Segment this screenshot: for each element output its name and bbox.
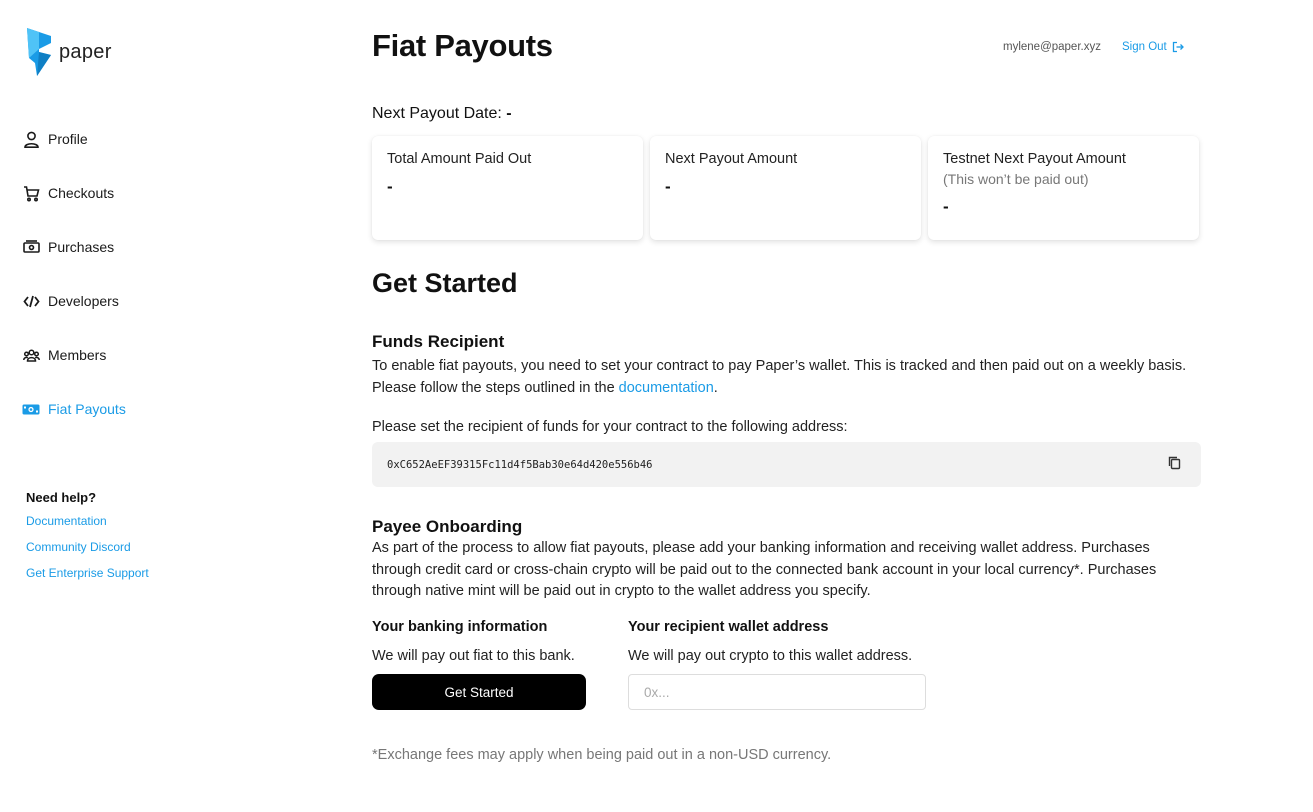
funds-recipient-description: To enable fiat payouts, you need to set … [372,356,1201,399]
paper-logo-icon [27,28,51,76]
documentation-inline-link[interactable]: documentation [619,380,714,396]
sidebar-nav: Profile Checkouts Purchases Developers M… [22,112,272,436]
next-payout-date-value: - [506,105,512,122]
sidebar-item-developers[interactable]: Developers [22,274,272,328]
money-icon [22,400,40,418]
paper-logo[interactable]: paper [26,28,112,76]
testnet-next-payout-card: Testnet Next Payout Amount (This won’t b… [928,136,1199,240]
card-subtitle: (This won’t be paid out) [943,171,1089,187]
payout-summary-cards: Total Amount Paid Out - Next Payout Amou… [372,136,1199,240]
next-payout-date-label: Next Payout Date: [372,105,502,122]
sidebar-item-label: Profile [48,131,88,147]
sign-out-icon [1172,41,1184,53]
sidebar-item-checkouts[interactable]: Checkouts [22,166,272,220]
banking-info-title: Your banking information [372,619,548,635]
help-title: Need help? [26,490,97,505]
sidebar-item-label: Members [48,347,107,363]
user-icon [22,130,40,148]
card-value: - [943,197,949,216]
card-value: - [665,177,671,196]
card-title: Total Amount Paid Out [387,151,532,167]
wallet-address-title: Your recipient wallet address [628,619,829,635]
next-payout-date: Next Payout Date: - [372,105,512,123]
wallet-address-description: We will pay out crypto to this wallet ad… [628,648,913,664]
sign-out-label: Sign Out [1122,41,1167,53]
payee-onboarding-description: As part of the process to allow fiat pay… [372,540,1157,599]
get-started-title: Get Started [372,268,518,298]
community-discord-link[interactable]: Community Discord [26,540,149,566]
copy-icon[interactable] [1167,455,1183,471]
card-title: Next Payout Amount [665,151,798,167]
funds-desc-end: . [713,379,718,396]
help-section: Need help? Documentation Community Disco… [26,490,149,592]
sidebar-item-label: Checkouts [48,185,115,201]
recipient-address-box: 0xC652AeEF39315Fc11d4f5Bab30e64d420e556b… [372,442,1201,487]
sidebar-item-profile[interactable]: Profile [22,112,272,166]
sidebar-item-fiat-payouts[interactable]: Fiat Payouts [22,382,272,436]
sidebar-item-members[interactable]: Members [22,328,272,382]
page-title: Fiat Payouts [372,28,553,63]
enterprise-support-link[interactable]: Get Enterprise Support [26,566,149,592]
exchange-fees-footnote: *Exchange fees may apply when being paid… [372,747,832,763]
sidebar-item-label: Fiat Payouts [48,401,126,417]
address-prompt: Please set the recipient of funds for yo… [372,419,848,435]
funds-recipient-title: Funds Recipient [372,332,505,351]
total-paid-out-card: Total Amount Paid Out - [372,136,643,240]
logo-text: paper [59,40,112,63]
cash-icon [22,238,40,256]
sign-out-button[interactable]: Sign Out [1122,41,1184,53]
cart-icon [22,184,40,202]
users-icon [22,346,40,364]
card-title: Testnet Next Payout Amount [943,151,1126,167]
documentation-link[interactable]: Documentation [26,514,149,540]
recipient-address[interactable]: 0xC652AeEF39315Fc11d4f5Bab30e64d420e556b… [387,459,653,471]
get-started-button[interactable]: Get Started [372,674,586,710]
next-payout-amount-card: Next Payout Amount - [650,136,921,240]
banking-info-description: We will pay out fiat to this bank. [372,648,575,664]
payee-onboarding-title: Payee Onboarding [372,517,523,536]
sidebar-item-purchases[interactable]: Purchases [22,220,272,274]
sidebar-item-label: Developers [48,293,119,309]
code-icon [22,292,40,310]
card-value: - [387,177,393,196]
sidebar-item-label: Purchases [48,239,115,255]
wallet-address-input[interactable] [628,674,926,710]
user-email: mylene@paper.xyz [1003,41,1101,53]
funds-desc-text: To enable fiat payouts, you need to set … [372,358,1187,396]
